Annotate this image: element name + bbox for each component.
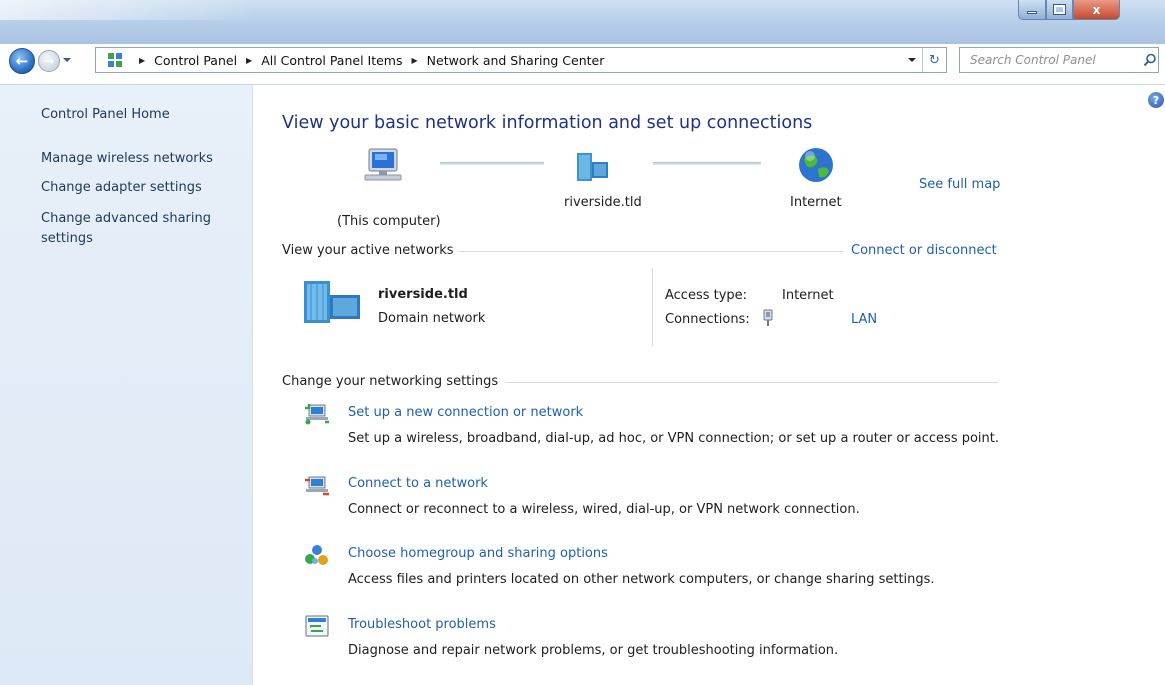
maximize-icon (1053, 4, 1066, 15)
connect-network-icon (305, 476, 329, 496)
internet-label[interactable]: Internet (790, 195, 842, 210)
minimize-button[interactable] (1018, 0, 1046, 20)
control-panel-icon (106, 51, 124, 69)
minimize-icon (1027, 11, 1037, 14)
access-type-label: Access type: (665, 288, 748, 303)
search-input[interactable] (970, 53, 1142, 67)
troubleshoot-icon (305, 615, 329, 637)
ethernet-plug-icon (763, 309, 773, 326)
active-network-type[interactable]: Domain network (378, 311, 485, 326)
refresh-icon: ↻ (929, 52, 940, 68)
task-desc-troubleshoot: Diagnose and repair network problems, or… (348, 643, 839, 658)
sidebar: Control Panel Home Manage wireless netwo… (0, 85, 253, 685)
computer-icon (364, 148, 402, 181)
help-icon[interactable]: ? (1148, 92, 1164, 108)
close-button[interactable]: x (1073, 0, 1120, 20)
homegroup-icon (305, 545, 328, 565)
forward-arrow-icon: → (43, 54, 55, 68)
refresh-button[interactable]: ↻ (922, 48, 946, 72)
breadcrumb-separator-icon[interactable]: ▶ (412, 56, 418, 65)
settings-heading: Change your networking settings (282, 374, 499, 389)
window-controls: x (1018, 0, 1120, 20)
title-bar: x (0, 0, 1165, 44)
recent-pages-dropdown[interactable] (63, 58, 71, 62)
close-icon: x (1092, 2, 1101, 17)
connect-or-disconnect-link[interactable]: Connect or disconnect (851, 243, 997, 258)
breadcrumb-all-items[interactable]: All Control Panel Items (261, 53, 402, 68)
network-info-divider (652, 268, 653, 346)
task-desc-homegroup: Access files and printers located on oth… (348, 572, 935, 587)
sidebar-item-adapter-settings[interactable]: Change adapter settings (41, 178, 202, 198)
sidebar-item-advanced-sharing[interactable]: Change advanced sharing settings (41, 209, 231, 249)
task-desc-connect-network: Connect or reconnect to a wireless, wire… (348, 502, 860, 517)
back-arrow-icon: ← (15, 52, 29, 70)
forward-button[interactable]: → (38, 50, 60, 72)
active-network-name: riverside.tld (378, 287, 468, 302)
search-icon[interactable] (1142, 52, 1158, 68)
access-type-value: Internet (782, 288, 834, 303)
lan-connection-link[interactable]: LAN (851, 312, 877, 327)
task-link-homegroup[interactable]: Choose homegroup and sharing options (348, 546, 608, 561)
breadcrumb-separator-icon[interactable]: ▶ (139, 56, 145, 65)
section-divider (459, 251, 844, 252)
internet-globe-icon (799, 148, 833, 182)
connections-label: Connections: (665, 312, 750, 327)
new-connection-icon (305, 404, 329, 425)
see-full-map-link[interactable]: See full map (919, 177, 1000, 192)
back-button[interactable]: ← (9, 48, 35, 74)
active-networks-heading: View your active networks (282, 243, 454, 258)
map-connector-line (440, 162, 544, 165)
section-divider (505, 382, 998, 383)
task-link-connect-network[interactable]: Connect to a network (348, 476, 488, 491)
task-link-new-connection[interactable]: Set up a new connection or network (348, 405, 583, 420)
page-title: View your basic network information and … (282, 113, 813, 133)
task-desc-new-connection: Set up a wireless, broadband, dial-up, a… (348, 431, 1000, 446)
breadcrumb-separator-icon[interactable]: ▶ (246, 56, 252, 65)
sidebar-item-control-panel-home[interactable]: Control Panel Home (41, 105, 170, 125)
domain-network-icon (577, 153, 608, 181)
address-bar[interactable]: ▶ Control Panel ▶ All Control Panel Item… (95, 47, 947, 73)
breadcrumb-network-sharing-center[interactable]: Network and Sharing Center (427, 53, 605, 68)
map-connector-line (653, 162, 761, 165)
task-link-troubleshoot[interactable]: Troubleshoot problems (348, 617, 496, 632)
domain-network-large-icon (304, 281, 360, 323)
this-computer-label: (This computer) (337, 214, 441, 229)
domain-label[interactable]: riverside.tld (564, 195, 642, 210)
navigation-bar: ← → ▶ Control Panel ▶ All Control Panel … (0, 44, 1165, 76)
search-box[interactable] (959, 47, 1159, 73)
breadcrumb: ▶ Control Panel ▶ All Control Panel Item… (130, 53, 604, 68)
address-history-dropdown[interactable] (908, 58, 916, 62)
maximize-button[interactable] (1046, 0, 1073, 20)
sidebar-item-manage-wireless[interactable]: Manage wireless networks (41, 149, 213, 169)
breadcrumb-control-panel[interactable]: Control Panel (154, 53, 237, 68)
